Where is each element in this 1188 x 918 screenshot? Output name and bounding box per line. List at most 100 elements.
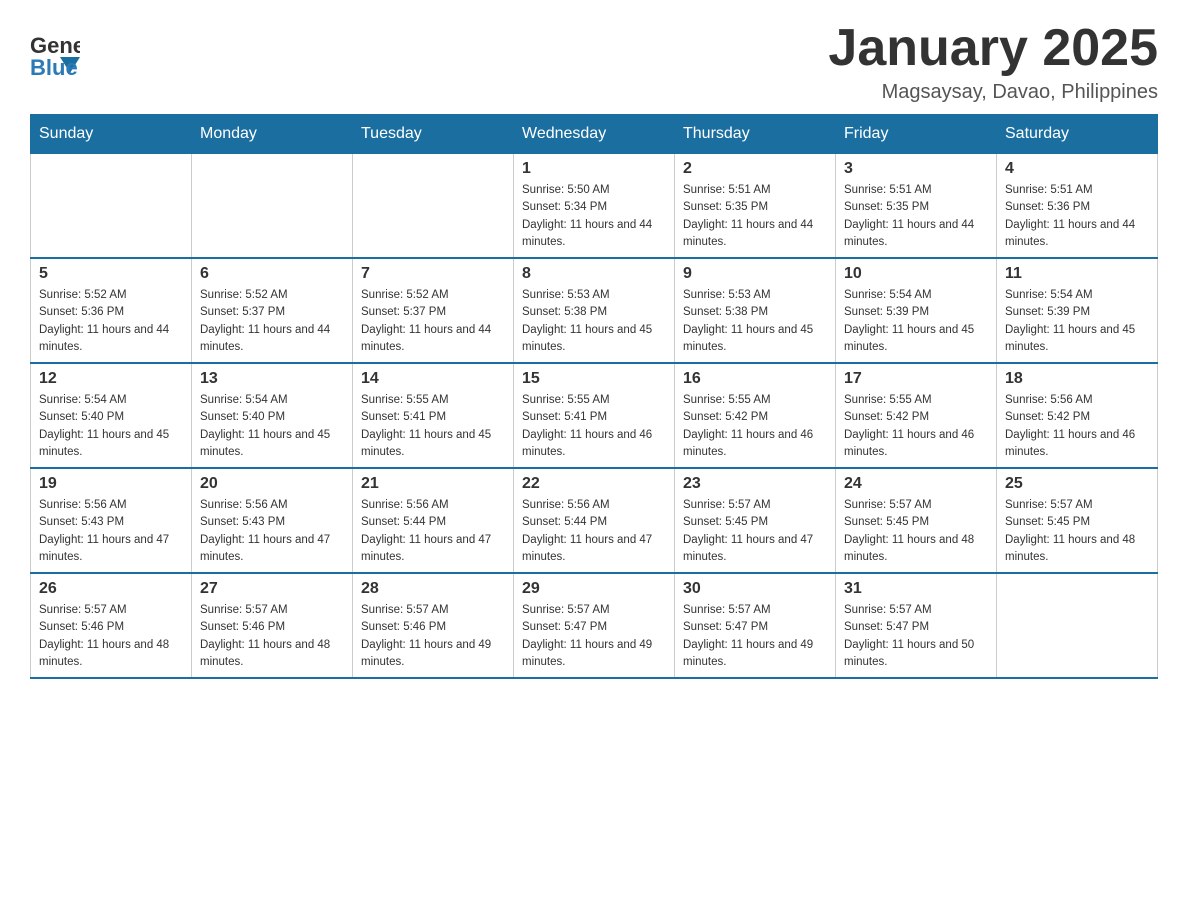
day-number: 3 bbox=[844, 160, 988, 178]
calendar-cell: 3 Sunrise: 5:51 AMSunset: 5:35 PMDaylight… bbox=[836, 154, 997, 259]
day-info: Sunrise: 5:51 AMSunset: 5:35 PMDaylight:… bbox=[683, 182, 827, 251]
logo: General Blue bbox=[30, 25, 80, 85]
day-of-week-tuesday: Tuesday bbox=[353, 115, 514, 154]
day-info: Sunrise: 5:51 AMSunset: 5:35 PMDaylight:… bbox=[844, 182, 988, 251]
day-number: 13 bbox=[200, 370, 344, 388]
day-info: Sunrise: 5:57 AMSunset: 5:47 PMDaylight:… bbox=[683, 602, 827, 671]
page-header: General Blue January 2025 Magsaysay, Dav… bbox=[30, 20, 1158, 104]
calendar-cell: 25 Sunrise: 5:57 AMSunset: 5:45 PMDayligh… bbox=[997, 468, 1158, 573]
day-info: Sunrise: 5:57 AMSunset: 5:46 PMDaylight:… bbox=[39, 602, 183, 671]
svg-text:Blue: Blue bbox=[30, 55, 78, 80]
day-info: Sunrise: 5:51 AMSunset: 5:36 PMDaylight:… bbox=[1005, 182, 1149, 251]
calendar-cell: 4 Sunrise: 5:51 AMSunset: 5:36 PMDaylight… bbox=[997, 154, 1158, 259]
day-number: 8 bbox=[522, 265, 666, 283]
day-of-week-friday: Friday bbox=[836, 115, 997, 154]
calendar-cell: 29 Sunrise: 5:57 AMSunset: 5:47 PMDayligh… bbox=[514, 573, 675, 678]
calendar-cell: 9Sunrise: 5:53 AMSunset: 5:38 PMDaylight… bbox=[675, 258, 836, 363]
calendar-cell: 23 Sunrise: 5:57 AMSunset: 5:45 PMDayligh… bbox=[675, 468, 836, 573]
day-number: 10 bbox=[844, 265, 988, 283]
day-info: Sunrise: 5:56 AMSunset: 5:44 PMDaylight:… bbox=[361, 497, 505, 566]
calendar-week-1: 1 Sunrise: 5:50 AMSunset: 5:34 PMDaylight… bbox=[31, 154, 1158, 259]
day-number: 2 bbox=[683, 160, 827, 178]
calendar-cell: 16 Sunrise: 5:55 AMSunset: 5:42 PMDayligh… bbox=[675, 363, 836, 468]
calendar-cell: 27Sunrise: 5:57 AMSunset: 5:46 PMDayligh… bbox=[192, 573, 353, 678]
location: Magsaysay, Davao, Philippines bbox=[828, 81, 1158, 104]
day-number: 5 bbox=[39, 265, 183, 283]
calendar-header-row: SundayMondayTuesdayWednesdayThursdayFrid… bbox=[31, 115, 1158, 154]
calendar-cell: 11Sunrise: 5:54 AMSunset: 5:39 PMDayligh… bbox=[997, 258, 1158, 363]
day-info: Sunrise: 5:54 AMSunset: 5:40 PMDaylight:… bbox=[200, 392, 344, 461]
day-info: Sunrise: 5:50 AMSunset: 5:34 PMDaylight:… bbox=[522, 182, 666, 251]
calendar-cell: 1 Sunrise: 5:50 AMSunset: 5:34 PMDaylight… bbox=[514, 154, 675, 259]
day-info: Sunrise: 5:53 AMSunset: 5:38 PMDaylight:… bbox=[522, 287, 666, 356]
day-number: 1 bbox=[522, 160, 666, 178]
calendar-week-4: 19Sunrise: 5:56 AMSunset: 5:43 PMDayligh… bbox=[31, 468, 1158, 573]
calendar-cell: 7 Sunrise: 5:52 AMSunset: 5:37 PMDaylight… bbox=[353, 258, 514, 363]
calendar-cell: 13 Sunrise: 5:54 AMSunset: 5:40 PMDayligh… bbox=[192, 363, 353, 468]
day-number: 17 bbox=[844, 370, 988, 388]
day-info: Sunrise: 5:56 AMSunset: 5:44 PMDaylight:… bbox=[522, 497, 666, 566]
month-title: January 2025 bbox=[828, 20, 1158, 77]
day-number: 24 bbox=[844, 475, 988, 493]
calendar-cell: 22Sunrise: 5:56 AMSunset: 5:44 PMDayligh… bbox=[514, 468, 675, 573]
day-number: 25 bbox=[1005, 475, 1149, 493]
calendar-cell: 10 Sunrise: 5:54 AMSunset: 5:39 PMDayligh… bbox=[836, 258, 997, 363]
title-section: January 2025 Magsaysay, Davao, Philippin… bbox=[828, 20, 1158, 104]
day-number: 18 bbox=[1005, 370, 1149, 388]
day-number: 31 bbox=[844, 580, 988, 598]
day-info: Sunrise: 5:57 AMSunset: 5:46 PMDaylight:… bbox=[200, 602, 344, 671]
day-number: 4 bbox=[1005, 160, 1149, 178]
day-info: Sunrise: 5:57 AMSunset: 5:47 PMDaylight:… bbox=[844, 602, 988, 671]
day-number: 30 bbox=[683, 580, 827, 598]
calendar-cell: 15 Sunrise: 5:55 AMSunset: 5:41 PMDayligh… bbox=[514, 363, 675, 468]
day-number: 15 bbox=[522, 370, 666, 388]
day-of-week-sunday: Sunday bbox=[31, 115, 192, 154]
day-info: Sunrise: 5:57 AMSunset: 5:45 PMDaylight:… bbox=[1005, 497, 1149, 566]
calendar-cell bbox=[31, 154, 192, 259]
day-info: Sunrise: 5:55 AMSunset: 5:42 PMDaylight:… bbox=[844, 392, 988, 461]
day-info: Sunrise: 5:57 AMSunset: 5:47 PMDaylight:… bbox=[522, 602, 666, 671]
day-info: Sunrise: 5:55 AMSunset: 5:41 PMDaylight:… bbox=[522, 392, 666, 461]
day-number: 11 bbox=[1005, 265, 1149, 283]
day-number: 29 bbox=[522, 580, 666, 598]
day-number: 21 bbox=[361, 475, 505, 493]
calendar-cell: 24 Sunrise: 5:57 AMSunset: 5:45 PMDayligh… bbox=[836, 468, 997, 573]
day-number: 28 bbox=[361, 580, 505, 598]
day-number: 20 bbox=[200, 475, 344, 493]
day-number: 23 bbox=[683, 475, 827, 493]
calendar-cell: 14 Sunrise: 5:55 AMSunset: 5:41 PMDayligh… bbox=[353, 363, 514, 468]
day-info: Sunrise: 5:52 AMSunset: 5:37 PMDaylight:… bbox=[361, 287, 505, 356]
calendar-cell: 5 Sunrise: 5:52 AMSunset: 5:36 PMDaylight… bbox=[31, 258, 192, 363]
day-number: 26 bbox=[39, 580, 183, 598]
day-info: Sunrise: 5:57 AMSunset: 5:45 PMDaylight:… bbox=[844, 497, 988, 566]
day-number: 14 bbox=[361, 370, 505, 388]
day-of-week-monday: Monday bbox=[192, 115, 353, 154]
calendar-week-2: 5 Sunrise: 5:52 AMSunset: 5:36 PMDaylight… bbox=[31, 258, 1158, 363]
day-of-week-wednesday: Wednesday bbox=[514, 115, 675, 154]
day-info: Sunrise: 5:55 AMSunset: 5:41 PMDaylight:… bbox=[361, 392, 505, 461]
day-number: 12 bbox=[39, 370, 183, 388]
day-number: 16 bbox=[683, 370, 827, 388]
day-of-week-saturday: Saturday bbox=[997, 115, 1158, 154]
calendar-cell: 30 Sunrise: 5:57 AMSunset: 5:47 PMDayligh… bbox=[675, 573, 836, 678]
calendar-cell: 2 Sunrise: 5:51 AMSunset: 5:35 PMDaylight… bbox=[675, 154, 836, 259]
calendar-week-3: 12 Sunrise: 5:54 AMSunset: 5:40 PMDayligh… bbox=[31, 363, 1158, 468]
day-number: 7 bbox=[361, 265, 505, 283]
calendar-cell: 26 Sunrise: 5:57 AMSunset: 5:46 PMDayligh… bbox=[31, 573, 192, 678]
day-info: Sunrise: 5:54 AMSunset: 5:39 PMDaylight:… bbox=[844, 287, 988, 356]
calendar-cell: 18 Sunrise: 5:56 AMSunset: 5:42 PMDayligh… bbox=[997, 363, 1158, 468]
day-number: 9 bbox=[683, 265, 827, 283]
day-info: Sunrise: 5:52 AMSunset: 5:37 PMDaylight:… bbox=[200, 287, 344, 356]
day-info: Sunrise: 5:56 AMSunset: 5:43 PMDaylight:… bbox=[39, 497, 183, 566]
day-info: Sunrise: 5:57 AMSunset: 5:45 PMDaylight:… bbox=[683, 497, 827, 566]
calendar-cell: 19Sunrise: 5:56 AMSunset: 5:43 PMDayligh… bbox=[31, 468, 192, 573]
calendar-cell: 31 Sunrise: 5:57 AMSunset: 5:47 PMDayligh… bbox=[836, 573, 997, 678]
calendar-cell: 6Sunrise: 5:52 AMSunset: 5:37 PMDaylight… bbox=[192, 258, 353, 363]
calendar-cell bbox=[997, 573, 1158, 678]
day-info: Sunrise: 5:55 AMSunset: 5:42 PMDaylight:… bbox=[683, 392, 827, 461]
calendar-cell: 20Sunrise: 5:56 AMSunset: 5:43 PMDayligh… bbox=[192, 468, 353, 573]
calendar-cell bbox=[192, 154, 353, 259]
calendar-cell bbox=[353, 154, 514, 259]
day-info: Sunrise: 5:56 AMSunset: 5:42 PMDaylight:… bbox=[1005, 392, 1149, 461]
day-info: Sunrise: 5:52 AMSunset: 5:36 PMDaylight:… bbox=[39, 287, 183, 356]
